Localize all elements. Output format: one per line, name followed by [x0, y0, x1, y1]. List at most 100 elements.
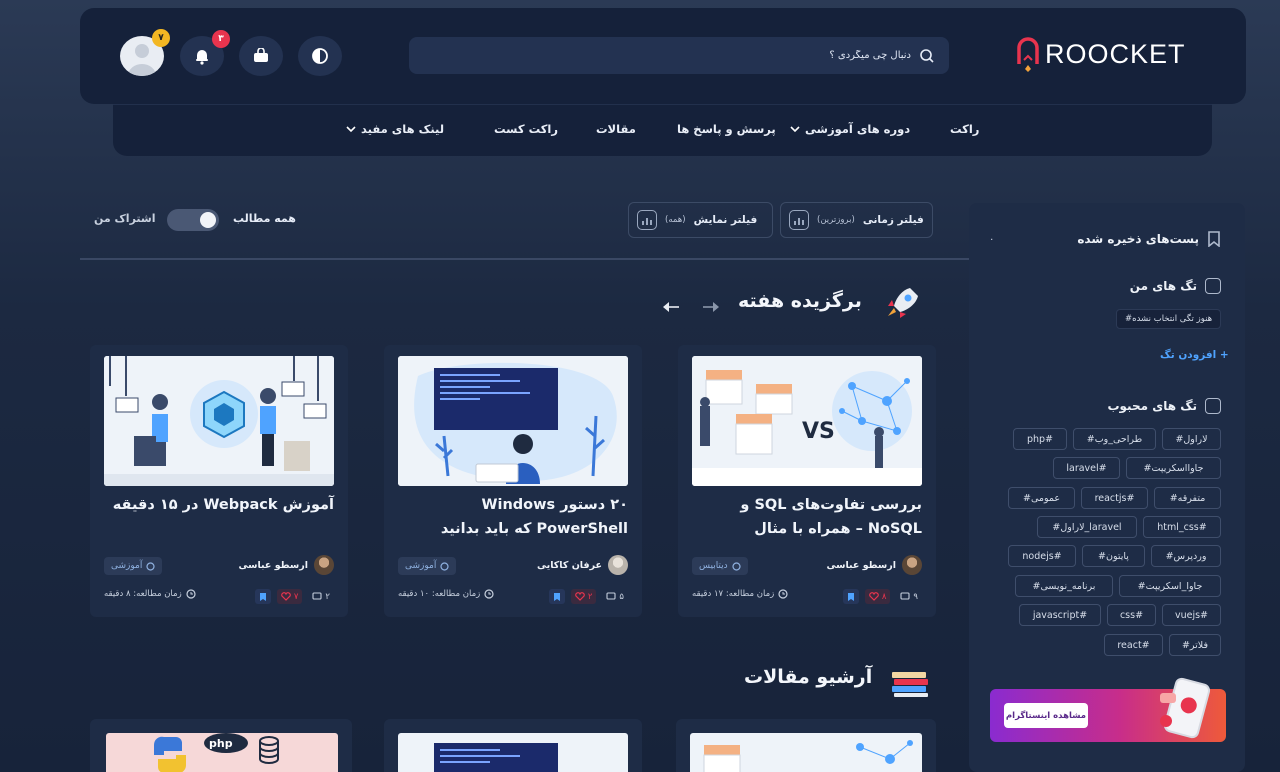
article-author[interactable]: عرفان کاکایی: [537, 555, 628, 575]
notifications-button[interactable]: ۳: [180, 30, 230, 76]
powershell-illustration: [434, 743, 558, 772]
article-title[interactable]: ۲۰ دستور Windows PowerShell که باید بدان…: [396, 493, 628, 541]
article-thumbnail[interactable]: [398, 733, 628, 772]
article-thumbnail[interactable]: [104, 356, 334, 486]
bookmark-button[interactable]: [842, 589, 859, 604]
likes-button[interactable]: ۲: [570, 589, 597, 604]
tag-chip[interactable]: #عمومی: [1008, 487, 1075, 509]
nav-item-qa[interactable]: پرسش و پاسخ ها: [677, 122, 776, 136]
article-title[interactable]: بررسی تفاوت‌های SQL و NoSQL – همراه با م…: [690, 493, 922, 541]
category-icon: [732, 561, 741, 571]
webpack-illustration: [104, 356, 334, 486]
article-thumbnail[interactable]: [398, 356, 628, 486]
time-filter-value: (بروزترین): [817, 215, 855, 225]
time-filter-button[interactable]: (بروزترین) فیلتر زمانی: [780, 202, 933, 238]
article-card[interactable]: ۲۰ دستور Windows PowerShell که باید بدان…: [384, 345, 642, 617]
likes-button[interactable]: ۸: [864, 589, 891, 604]
featured-title: برگزیده هفته: [738, 290, 862, 312]
nav-item-roocketcast[interactable]: راکت کست: [494, 122, 558, 136]
divider: [80, 258, 975, 260]
nav-label: راکت: [950, 122, 980, 136]
author-avatar: [608, 555, 628, 575]
chart-icon: [789, 210, 809, 230]
article-thumbnail[interactable]: VS: [692, 356, 922, 486]
tag-chip[interactable]: #طراحی_وب: [1073, 428, 1156, 450]
instagram-banner[interactable]: مشاهده اینستاگرام: [990, 677, 1226, 742]
nav-item-articles[interactable]: مقالات: [596, 122, 636, 136]
tag-chip[interactable]: css#: [1107, 604, 1156, 626]
chevron-down-icon: [346, 126, 356, 133]
bookmark-button[interactable]: [548, 589, 565, 604]
tag-chip[interactable]: #پایتون: [1082, 545, 1145, 567]
basket-icon: [254, 48, 268, 62]
archive-card[interactable]: php: [90, 719, 352, 772]
read-time: زمان مطالعه: ۱۰ دقیقه: [398, 589, 494, 599]
article-card[interactable]: آموزش Webpack در ۱۵ دقیقه ارسطو عباسی آم…: [90, 345, 348, 617]
add-tag-link[interactable]: + افزودن تگ: [1160, 349, 1229, 361]
tag-chip[interactable]: javascript#: [1019, 604, 1101, 626]
my-tags-title: تگ های من: [1129, 279, 1197, 293]
article-thumbnail[interactable]: [690, 733, 922, 772]
article-author[interactable]: ارسطو عباسی: [827, 555, 922, 575]
comments-count: ۹: [913, 591, 918, 602]
subscription-toggle[interactable]: [167, 209, 219, 231]
search-bar[interactable]: [409, 37, 949, 74]
tag-chip[interactable]: #فلاتر: [1169, 634, 1221, 656]
tag-chip[interactable]: #جاوا_اسکریپت: [1119, 575, 1221, 597]
tag-chip[interactable]: #متفرقه: [1154, 487, 1221, 509]
tag-chip[interactable]: reactjs#: [1081, 487, 1148, 509]
category-badge[interactable]: آموزشی: [104, 557, 163, 575]
nav-item-useful-links[interactable]: لینک های مفید: [346, 122, 444, 136]
article-card[interactable]: VS بررسی تفاوت‌های SQL و NoSQL – همراه ب…: [678, 345, 936, 617]
archive-card[interactable]: [384, 719, 642, 772]
article-title[interactable]: آموزش Webpack در ۱۵ دقیقه: [102, 493, 334, 517]
comment-icon: [312, 592, 322, 600]
tag-chip[interactable]: react#: [1104, 634, 1163, 656]
category-badge[interactable]: آموزشی: [398, 557, 457, 575]
roocket-logo[interactable]: ROOCKET: [1015, 36, 1186, 72]
bookmark-button[interactable]: [254, 589, 271, 604]
no-tag-placeholder: #هنوز تگی انتخاب نشده: [1116, 309, 1222, 329]
tag-chip[interactable]: #لاراول_laravel: [1037, 516, 1137, 538]
display-filter-button[interactable]: (همه) فیلتر نمایش: [628, 202, 773, 238]
saved-posts-heading[interactable]: پست‌های ذخیره شده: [1077, 231, 1221, 247]
read-time-label: زمان مطالعه: ۸ دقیقه: [104, 589, 182, 599]
tag-chip[interactable]: php#: [1013, 428, 1067, 450]
tag-chip[interactable]: laravel#: [1053, 457, 1120, 479]
search-icon: [920, 48, 934, 63]
nav-item-courses[interactable]: دوره های آموزشی: [790, 122, 910, 136]
tag-chip[interactable]: nodejs#: [1008, 545, 1076, 567]
notifications-badge: ۳: [212, 30, 230, 48]
tag-chip[interactable]: vuejs#: [1162, 604, 1221, 626]
search-input[interactable]: [711, 50, 911, 61]
article-stats: ۸ ۹: [842, 589, 922, 604]
article-stats: ۷ ۲: [254, 589, 334, 604]
svg-text:VS: VS: [802, 419, 835, 444]
clock-icon: [484, 589, 494, 599]
tag-chip[interactable]: #وردپرس: [1151, 545, 1221, 567]
theme-toggle-button[interactable]: [298, 36, 342, 76]
likes-button[interactable]: ۷: [276, 589, 303, 604]
likes-count: ۲: [587, 591, 593, 602]
archive-card[interactable]: [676, 719, 936, 772]
tag-chip[interactable]: #جاوااسکریپت: [1126, 457, 1221, 479]
tag-chip[interactable]: html_css#: [1143, 516, 1221, 538]
cart-button[interactable]: [239, 36, 283, 76]
main-nav: [113, 104, 1212, 156]
arrow-left-icon[interactable]: [662, 300, 680, 314]
arrow-right-icon[interactable]: [702, 300, 720, 314]
read-time: زمان مطالعه: ۱۷ دقیقه: [692, 589, 788, 599]
profile-badge: ۷: [152, 29, 170, 47]
article-thumbnail[interactable]: php: [106, 733, 338, 772]
category-badge[interactable]: دیتابیس: [692, 557, 748, 575]
article-author[interactable]: ارسطو عباسی: [239, 555, 334, 575]
nav-item-roocket[interactable]: راکت: [950, 122, 979, 136]
comments-count-box: ۹: [896, 589, 922, 604]
tag-chip[interactable]: #برنامه_نویسی: [1015, 575, 1113, 597]
rocket-icon: [882, 284, 922, 320]
comment-icon: [606, 592, 616, 600]
instagram-button[interactable]: مشاهده اینستاگرام: [1004, 703, 1088, 728]
read-time: زمان مطالعه: ۸ دقیقه: [104, 589, 196, 599]
tag-chip[interactable]: #لاراول: [1162, 428, 1221, 450]
author-avatar: [902, 555, 922, 575]
